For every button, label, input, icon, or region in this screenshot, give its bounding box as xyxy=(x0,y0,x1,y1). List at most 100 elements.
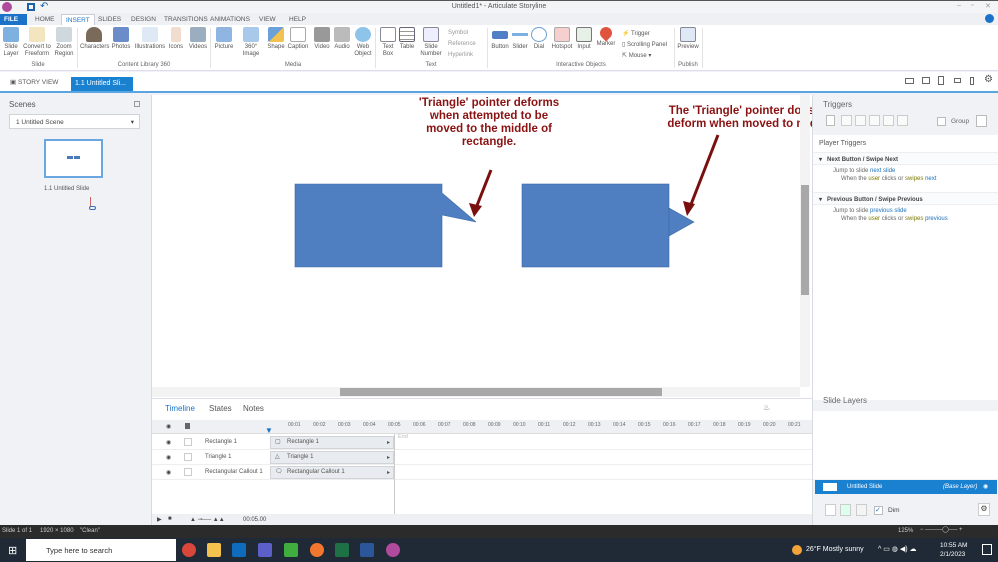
timeline-row[interactable]: ◉ Rectangular Callout 1 🗨 Rectangular Callo… xyxy=(152,465,812,480)
minimize-button[interactable]: – xyxy=(957,2,961,9)
timeline-row[interactable]: ◉ Rectangle 1 ▢ Rectangle 1 ▸ xyxy=(152,435,812,450)
clock-time[interactable]: 10:55 AM xyxy=(940,542,967,549)
new-layer-icon[interactable] xyxy=(825,504,836,516)
preview-button[interactable]: Preview xyxy=(677,27,699,51)
icons-button[interactable]: Icons xyxy=(168,27,184,51)
trigger-action[interactable]: Jump to slide previous slide xyxy=(813,205,998,214)
story-view-tab[interactable]: ▣ STORY VIEW xyxy=(10,78,58,86)
restore-button[interactable]: ▫ xyxy=(971,2,973,9)
scrolling-panel-button[interactable]: ▯ Scrolling Panel xyxy=(622,41,667,48)
close-button[interactable]: ✕ xyxy=(985,2,991,10)
videos-button[interactable]: Videos xyxy=(187,27,209,51)
tab-animations[interactable]: ANIMATIONS xyxy=(206,14,254,25)
layer-settings-icon[interactable]: ⚙ xyxy=(978,503,990,516)
playhead-icon[interactable]: ▼ xyxy=(265,426,273,435)
trigger-group[interactable]: ▾ Previous Button / Swipe Previous Jump … xyxy=(813,192,998,222)
help-icon[interactable] xyxy=(985,14,994,23)
tab-design[interactable]: DESIGN xyxy=(127,14,160,25)
camtasia-icon[interactable] xyxy=(284,543,298,557)
input-button[interactable]: Input xyxy=(575,27,593,51)
hyperlink-button[interactable]: Hyperlink xyxy=(448,52,473,58)
marker-button[interactable]: Marker xyxy=(595,24,617,48)
device-tablet-portrait-icon[interactable] xyxy=(938,76,944,85)
weather-text[interactable]: 26°F Mostly sunny xyxy=(806,546,864,553)
tab-insert[interactable]: INSERT xyxy=(61,14,95,25)
slide-canvas[interactable]: 'Triangle' pointer deforms when attempte… xyxy=(152,95,837,398)
file-explorer-icon[interactable] xyxy=(207,543,221,557)
trigger-condition[interactable]: When the user clicks or swipes previous xyxy=(813,214,998,222)
lock-icon[interactable] xyxy=(185,423,190,429)
teams-icon[interactable] xyxy=(258,543,272,557)
shape-button[interactable]: Shape xyxy=(267,27,285,51)
text-box-button[interactable]: Text Box xyxy=(378,27,398,58)
new-trigger-icon[interactable] xyxy=(826,115,835,126)
caption-button[interactable]: Caption xyxy=(287,27,309,51)
settings-gear-icon[interactable]: ⚙ xyxy=(984,74,993,85)
tab-timeline[interactable]: Timeline xyxy=(165,404,195,413)
group-checkbox[interactable] xyxy=(937,117,946,126)
slider-button[interactable]: Slider xyxy=(511,27,529,51)
word-icon[interactable] xyxy=(360,543,374,557)
slide-tab[interactable]: 1.1 Untitled Sli... xyxy=(71,77,133,92)
tab-slides[interactable]: SLIDES xyxy=(94,14,125,25)
picture-button[interactable]: Picture xyxy=(213,27,235,51)
device-desktop-icon[interactable] xyxy=(905,78,914,84)
rectangular-callout-left[interactable] xyxy=(294,183,477,268)
device-phone-portrait-icon[interactable] xyxy=(970,77,974,85)
photos-button[interactable]: Photos xyxy=(111,27,131,51)
convert-freeform-button[interactable]: Convert to Freeform xyxy=(22,27,52,58)
system-tray-icons[interactable]: ^ ▭ ◍ ◀) ☁ xyxy=(878,545,917,553)
button-button[interactable]: Button xyxy=(490,27,510,51)
hotspot-button[interactable]: Hotspot xyxy=(550,27,574,51)
tab-states[interactable]: States xyxy=(209,404,232,413)
windows-start-icon[interactable]: ⊞ xyxy=(8,544,17,557)
excel-icon[interactable] xyxy=(335,543,349,557)
audio-button[interactable]: Audio xyxy=(332,27,352,51)
trigger-action[interactable]: Jump to slide next slide xyxy=(813,165,998,174)
eye-icon[interactable]: ◉ xyxy=(166,469,171,476)
scene-dropdown[interactable]: 1 Untitled Scene ▾ xyxy=(9,114,140,129)
timeline-bar[interactable]: 🗨 Rectangular Callout 1 ▸ xyxy=(270,466,394,479)
timeline-bar[interactable]: △ Triangle 1 ▸ xyxy=(270,451,394,464)
collapse-icon[interactable]: ▾ xyxy=(819,157,822,163)
panel-float-icon[interactable] xyxy=(134,101,140,107)
slide-layer-button[interactable]: Slide Layer xyxy=(2,27,20,58)
variables-icon[interactable] xyxy=(976,115,987,127)
stop-button[interactable]: ■ xyxy=(168,516,172,522)
trigger-group[interactable]: ▾ Next Button / Swipe Next Jump to slide… xyxy=(813,152,998,182)
video-button[interactable]: Video xyxy=(313,27,331,51)
illustrations-button[interactable]: Illustrations xyxy=(133,27,167,51)
storyline-icon[interactable] xyxy=(386,543,400,557)
delete-layer-icon[interactable] xyxy=(856,504,867,516)
lock-checkbox[interactable] xyxy=(184,438,192,446)
slide-thumbnail[interactable] xyxy=(44,139,103,178)
table-button[interactable]: Table xyxy=(398,27,416,51)
eye-icon[interactable]: ◉ xyxy=(166,423,171,430)
360-image-button[interactable]: 360° Image xyxy=(236,27,266,58)
timeline-bar[interactable]: ▢ Rectangle 1 ▸ xyxy=(270,436,394,449)
timeline-row[interactable]: ◉ Triangle 1 △ Triangle 1 ▸ xyxy=(152,450,812,465)
tab-file[interactable]: FILE xyxy=(0,14,27,25)
clock-date[interactable]: 2/1/2023 xyxy=(940,551,965,558)
vertical-scrollbar[interactable] xyxy=(800,95,810,387)
triangle-right[interactable] xyxy=(668,207,695,237)
slide-number-button[interactable]: Slide Number xyxy=(418,27,444,58)
duplicate-layer-icon[interactable] xyxy=(840,504,851,516)
play-button[interactable]: ▶ xyxy=(157,516,162,523)
characters-button[interactable]: Characters xyxy=(80,27,109,51)
reference-button[interactable]: Reference xyxy=(448,41,476,47)
mouse-button[interactable]: ⇱ Mouse ▾ xyxy=(622,52,651,59)
tab-home[interactable]: HOME xyxy=(31,14,59,25)
move-trigger-icon[interactable] xyxy=(897,115,908,126)
horizontal-scrollbar[interactable] xyxy=(152,387,800,397)
trigger-button[interactable]: ⚡ Trigger xyxy=(622,30,650,37)
edit-trigger-icon[interactable] xyxy=(841,115,852,126)
eye-icon[interactable]: ◉ xyxy=(166,454,171,461)
chrome-icon[interactable] xyxy=(182,543,196,557)
eye-icon[interactable]: ◉ xyxy=(983,483,988,490)
lock-checkbox[interactable] xyxy=(184,453,192,461)
dial-button[interactable]: Dial xyxy=(531,27,547,51)
tab-help[interactable]: HELP xyxy=(285,14,310,25)
firefox-icon[interactable] xyxy=(310,543,324,557)
copy-trigger-icon[interactable] xyxy=(855,115,866,126)
